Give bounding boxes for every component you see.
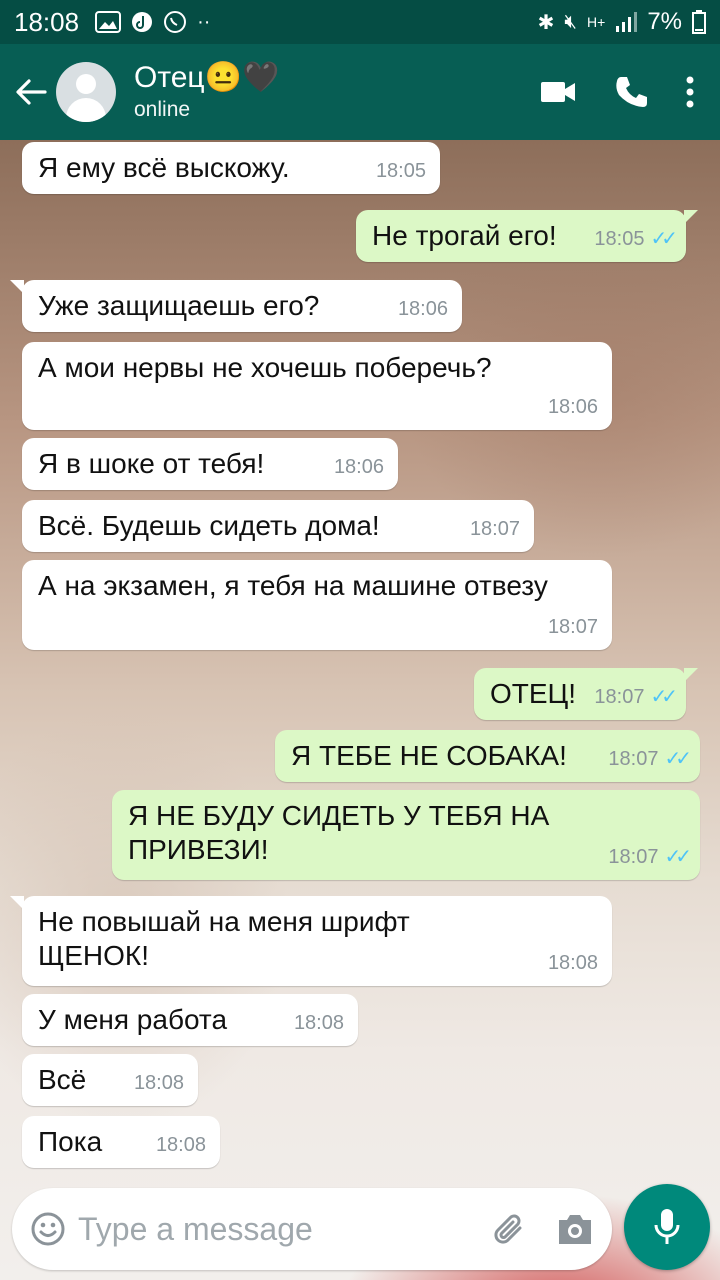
whatsapp-icon [164, 11, 187, 33]
read-ticks-icon: ✓✓ [650, 686, 677, 708]
message-text: Я ему всё выскожу. [38, 152, 290, 183]
microphone-icon [654, 1209, 680, 1244]
message-time: 18:05 [594, 228, 645, 250]
message-incoming[interactable]: Всё. Будешь сидеть дома! 18:07 [22, 500, 534, 552]
battery-percent: 7% [647, 8, 682, 35]
read-ticks-icon: ✓✓ [664, 748, 691, 770]
tiktok-icon [132, 12, 153, 32]
message-time: 18:07 [469, 518, 520, 540]
bluetooth-icon: ✱ [537, 11, 555, 34]
message-incoming[interactable]: Не повышай на меня шрифт ЩЕНОК! 18:08 [10, 896, 612, 986]
camera-icon [559, 1215, 591, 1244]
message-time: 18:07 [594, 686, 645, 708]
message-outgoing[interactable]: Я НЕ БУДУ СИДЕТЬ У ТЕБЯ НА ПРИВЕЗИ! 18:0… [112, 790, 700, 880]
message-time: 18:06 [547, 396, 598, 418]
video-camera-icon [541, 82, 575, 102]
message-time: 18:07 [608, 846, 659, 868]
paperclip-icon [494, 1214, 522, 1244]
image-icon [95, 11, 122, 33]
battery-icon [692, 10, 706, 34]
more-options-button[interactable] [686, 76, 694, 108]
kebab-menu-icon [686, 76, 694, 108]
network-type-label: H+ [587, 14, 606, 30]
smiley-icon [31, 1212, 65, 1246]
message-incoming[interactable]: А на экзамен, я тебя на машине отвезу 18… [22, 560, 612, 650]
message-time: 18:08 [155, 1134, 206, 1156]
chat-header: Отец😐🖤 online [0, 44, 720, 140]
message-time: 18:06 [333, 456, 384, 478]
arrow-left-icon [16, 79, 47, 105]
chat-area[interactable]: Я ему всё выскожу. 18:05 Не трогай его! … [0, 140, 720, 1280]
message-outgoing[interactable]: ОТЕЦ! 18:07 ✓✓ [474, 668, 698, 720]
status-bar: 18:08 ·· ✱ 🔇︎ H+ 7% [0, 0, 720, 44]
message-incoming[interactable]: А мои нервы не хочешь поберечь? 18:06 [22, 342, 612, 430]
message-time: 18:08 [547, 952, 598, 974]
message-text: А мои нервы не хочешь поберечь? [38, 352, 492, 383]
voice-call-button[interactable] [614, 75, 648, 109]
message-text: Не повышай на меня шрифт ЩЕНОК! [38, 906, 410, 971]
message-time: 18:05 [375, 160, 426, 182]
message-text: Всё. Будешь сидеть дома! [38, 510, 380, 541]
message-incoming[interactable]: Я ему всё выскожу. 18:05 [22, 142, 440, 194]
message-text: А на экзамен, я тебя на машине отвезу [38, 570, 548, 601]
message-incoming[interactable]: У меня работа 18:08 [22, 994, 358, 1046]
phone-icon [616, 77, 647, 107]
message-incoming[interactable]: Всё 18:08 [22, 1054, 198, 1106]
message-time: 18:07 [608, 748, 659, 770]
message-incoming[interactable]: Я в шоке от тебя! 18:06 [22, 438, 398, 490]
camera-button[interactable] [556, 1212, 594, 1246]
attach-button[interactable] [490, 1210, 528, 1248]
mute-icon: 🔇︎ [564, 10, 578, 33]
video-call-button[interactable] [540, 80, 576, 104]
message-input[interactable]: Type a message [78, 1211, 313, 1248]
message-time: 18:06 [397, 298, 448, 320]
message-text: Уже защищаешь его? [38, 290, 320, 321]
status-time: 18:08 [14, 6, 80, 37]
read-ticks-icon: ✓✓ [650, 228, 677, 250]
contact-name: Отец😐🖤 [134, 61, 280, 94]
message-outgoing[interactable]: Не трогай его! 18:05 ✓✓ [356, 210, 698, 262]
message-time: 18:08 [133, 1072, 184, 1094]
message-outgoing[interactable]: Я ТЕБЕ НЕ СОБАКА! 18:07 ✓✓ [275, 730, 700, 782]
contact-info[interactable]: Отец😐🖤 online [134, 60, 279, 124]
message-composer[interactable]: Type a message [12, 1188, 612, 1270]
message-incoming[interactable]: Пока 18:08 [22, 1116, 220, 1168]
notification-icons: ·· [95, 10, 210, 34]
avatar-placeholder-body [66, 98, 106, 122]
contact-avatar[interactable] [56, 62, 116, 122]
read-ticks-icon: ✓✓ [664, 846, 691, 868]
contact-status: online [134, 98, 191, 121]
emoji-button[interactable] [30, 1211, 66, 1247]
message-time: 18:08 [293, 1012, 344, 1034]
signal-icon [616, 12, 638, 32]
message-text: Я в шоке от тебя! [38, 448, 265, 479]
back-button[interactable] [6, 44, 56, 140]
message-incoming[interactable]: Уже защищаешь его? 18:06 [10, 280, 462, 332]
system-icons: ✱ 🔇︎ H+ 7% [538, 8, 706, 36]
message-time: 18:07 [547, 616, 598, 638]
voice-record-button[interactable] [624, 1184, 710, 1270]
message-text: Я НЕ БУДУ СИДЕТЬ У ТЕБЯ НА ПРИВЕЗИ! [128, 800, 550, 865]
header-actions [540, 75, 694, 109]
avatar-placeholder-head [76, 74, 96, 94]
more-dots-icon: ·· [197, 10, 211, 33]
